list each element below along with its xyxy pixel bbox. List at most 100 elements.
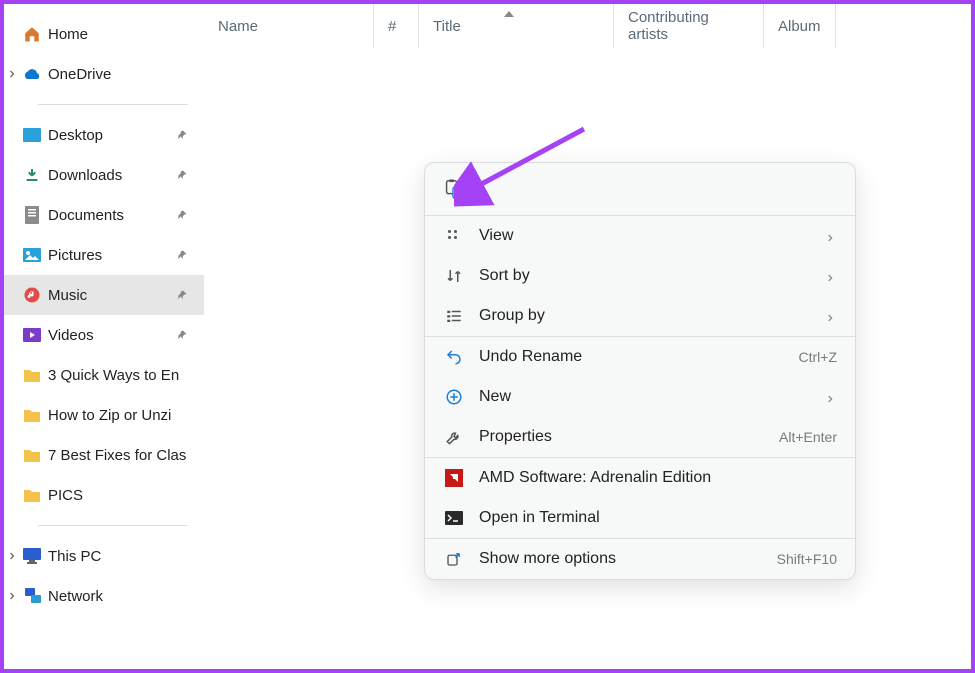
folder-icon [22,485,42,505]
sidebar-separator [38,104,188,105]
sidebar-item-label: Videos [48,327,94,344]
ctx-amd[interactable]: AMD Software: Adrenalin Edition [425,458,855,498]
home-icon [22,24,42,44]
ctx-undo-shortcut: Ctrl+Z [799,349,838,365]
column-album[interactable]: Album [764,4,836,48]
sidebar-folder[interactable]: PICS [4,475,204,515]
desktop-icon [22,125,42,145]
sidebar-network[interactable]: Network [4,576,204,616]
sidebar-folder-label: 7 Best Fixes for Clas [48,447,186,464]
sidebar-item-videos[interactable]: Videos [4,315,204,355]
column-label: Contributing artists [628,9,749,43]
column-label: Name [218,18,258,35]
ctx-properties-shortcut: Alt+Enter [779,429,837,445]
ctx-amd-label: AMD Software: Adrenalin Edition [479,469,837,487]
folder-icon [22,365,42,385]
pictures-icon [22,245,42,265]
sidebar-folder-label: How to Zip or Unzi [48,407,171,424]
ctx-view[interactable]: View [425,216,855,256]
column-hash[interactable]: # [374,4,419,48]
ctx-more-shortcut: Shift+F10 [777,551,837,567]
column-header-row: Name # Title Contributing artists Album [204,4,971,48]
downloads-icon [22,165,42,185]
sidebar-folder-label: PICS [48,487,83,504]
sidebar-thispc-label: This PC [48,548,101,565]
chevron-right-icon [825,391,837,403]
pin-icon [176,248,190,262]
column-label: Album [778,18,821,35]
sort-icon [443,265,465,287]
terminal-icon [443,507,465,529]
pin-icon [176,328,190,342]
sidebar-onedrive[interactable]: OneDrive [4,54,204,94]
chevron-right-icon [6,549,20,563]
videos-icon [22,325,42,345]
ctx-view-label: View [479,227,825,245]
context-menu-command-bar [425,163,855,215]
ctx-undo-label: Undo Rename [479,348,799,366]
sidebar-item-desktop[interactable]: Desktop [4,115,204,155]
chevron-right-icon [825,230,837,242]
sidebar-item-label: Documents [48,207,124,224]
sidebar-folder-label: 3 Quick Ways to En [48,367,179,384]
column-label: Title [433,18,461,35]
ctx-properties[interactable]: Properties Alt+Enter [425,417,855,457]
pin-icon [176,208,190,222]
column-artists[interactable]: Contributing artists [614,4,764,48]
chevron-right-icon [6,589,20,603]
undo-icon [443,346,465,368]
ctx-more-label: Show more options [479,550,777,568]
column-name[interactable]: Name [204,4,374,48]
folder-icon [22,405,42,425]
ctx-more-options[interactable]: Show more options Shift+F10 [425,539,855,579]
sidebar-item-documents[interactable]: Documents [4,195,204,235]
sidebar-folder[interactable]: 3 Quick Ways to En [4,355,204,395]
paste-button[interactable] [439,175,467,203]
sidebar-separator [38,525,188,526]
ctx-terminal[interactable]: Open in Terminal [425,498,855,538]
ctx-new-label: New [479,388,825,406]
sidebar-onedrive-label: OneDrive [48,66,111,83]
pin-icon [176,128,190,142]
sidebar-item-label: Pictures [48,247,102,264]
new-icon [443,386,465,408]
sidebar-network-label: Network [48,588,103,605]
group-icon [443,305,465,327]
sidebar-folder[interactable]: How to Zip or Unzi [4,395,204,435]
navigation-pane: Home OneDrive Desktop D [4,4,204,669]
sidebar-item-label: Downloads [48,167,122,184]
view-icon [443,225,465,247]
onedrive-icon [22,64,42,84]
pin-icon [176,168,190,182]
sidebar-item-music[interactable]: Music [4,275,204,315]
sidebar-home-label: Home [48,26,88,43]
network-icon [22,586,42,606]
ctx-sort-label: Sort by [479,267,825,285]
folder-icon [22,445,42,465]
wrench-icon [443,426,465,448]
ctx-group-label: Group by [479,307,825,325]
sidebar-folder[interactable]: 7 Best Fixes for Clas [4,435,204,475]
sidebar-item-pictures[interactable]: Pictures [4,235,204,275]
sort-caret-icon [504,8,514,22]
chevron-right-icon [825,270,837,282]
sidebar-home[interactable]: Home [4,14,204,54]
ctx-sort[interactable]: Sort by [425,256,855,296]
ctx-group[interactable]: Group by [425,296,855,336]
ctx-undo[interactable]: Undo Rename Ctrl+Z [425,337,855,377]
documents-icon [22,205,42,225]
sidebar-item-downloads[interactable]: Downloads [4,155,204,195]
amd-icon [443,467,465,489]
ctx-terminal-label: Open in Terminal [479,509,837,527]
sidebar-thispc[interactable]: This PC [4,536,204,576]
context-menu: View Sort by Group by [424,162,856,580]
paste-icon [442,178,464,200]
more-options-icon [443,548,465,570]
sidebar-item-label: Music [48,287,87,304]
chevron-right-icon [6,67,20,81]
ctx-new[interactable]: New [425,377,855,417]
ctx-properties-label: Properties [479,428,779,446]
column-title[interactable]: Title [419,4,614,48]
music-icon [22,285,42,305]
column-label: # [388,18,396,35]
